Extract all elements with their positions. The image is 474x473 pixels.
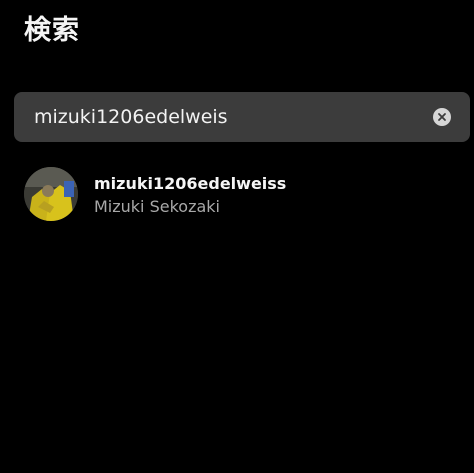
profile-photo-icon [24,167,78,221]
page-title: 検索 [24,15,80,46]
search-bar[interactable] [14,92,470,142]
search-result-item[interactable]: mizuki1206edelweiss Mizuki Sekozaki [22,166,462,224]
result-username: mizuki1206edelweiss [94,174,287,193]
avatar[interactable] [24,167,78,221]
clear-search-button[interactable] [433,108,451,126]
search-page: 検索 mizuki1206edelweiss Mizuki Sekozaki [0,0,474,473]
clear-icon [438,113,446,121]
result-display-name: Mizuki Sekozaki [94,197,220,216]
search-input[interactable] [14,92,414,142]
